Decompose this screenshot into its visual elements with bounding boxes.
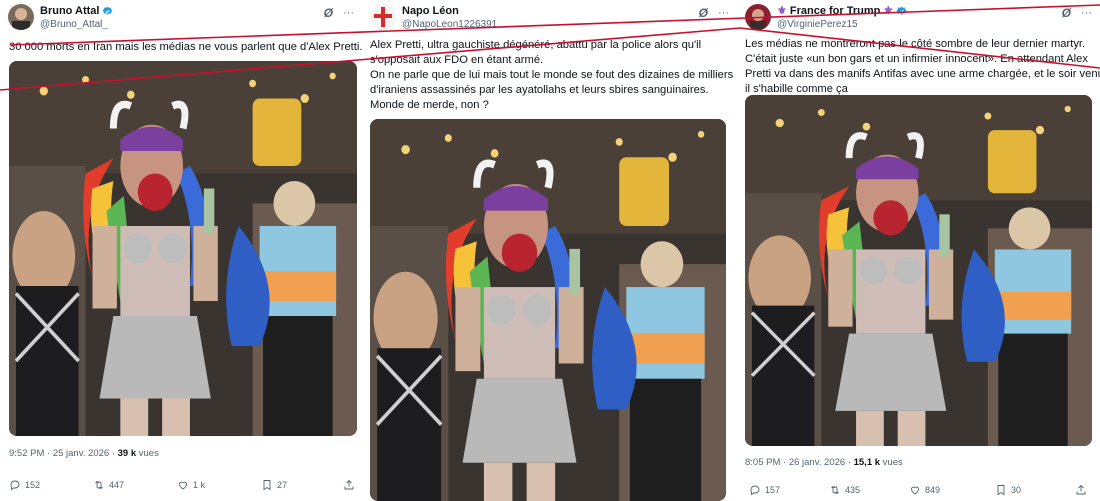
like-icon xyxy=(911,486,919,495)
tweet-photo[interactable] xyxy=(370,119,726,501)
bookmark-count: 27 xyxy=(277,480,288,490)
reply-icon xyxy=(10,480,20,491)
tweet-time: 9:52 PM · 25 janv. 2026 · xyxy=(9,448,115,459)
more-icon[interactable]: ··· xyxy=(343,7,354,19)
tweet-text-line: On ne parle que de lui mais tout le mond… xyxy=(370,69,734,81)
bookmark-button[interactable]: 30 xyxy=(995,484,1021,496)
tweet-actions: 157 435 849 30 xyxy=(745,484,1092,500)
tweet-card[interactable]: ⚜ France for Trump ⚜ @VirginiePerez15 Ø … xyxy=(737,0,1100,501)
verified-badge-icon xyxy=(102,6,114,15)
avatar[interactable] xyxy=(745,4,771,30)
share-icon xyxy=(344,479,354,490)
repost-icon xyxy=(831,485,839,495)
tweet-text-line: Les médias ne montreront pas le côté som… xyxy=(745,38,1086,50)
tweet-card[interactable]: Napo Léon @NapoLeon1226391 Ø ··· Alex Pr… xyxy=(362,0,737,501)
tweet-photo[interactable] xyxy=(9,61,357,436)
verified-badge-icon xyxy=(896,6,907,15)
tweet-text: Les médias ne montreront pas le côté som… xyxy=(745,37,1100,97)
author-handle[interactable]: @NapoLeon1226391 xyxy=(402,18,497,31)
reply-button[interactable]: 152 xyxy=(9,479,40,491)
reply-button[interactable]: 157 xyxy=(749,484,780,496)
tweet-text: Alex Pretti, ultra gauchiste dégénéré, a… xyxy=(370,38,733,113)
reply-icon xyxy=(750,485,760,496)
share-icon xyxy=(1076,484,1086,495)
more-icon[interactable]: ··· xyxy=(718,7,729,19)
tweet-header: ⚜ France for Trump ⚜ @VirginiePerez15 Ø … xyxy=(745,4,1092,34)
tweet-timestamp[interactable]: 8:05 PM · 26 janv. 2026 · 15,1 k vues xyxy=(745,457,903,468)
tweet-text-line: 30 000 morts en Iran mais les médias ne … xyxy=(9,41,362,53)
reply-count: 152 xyxy=(25,480,41,490)
like-button[interactable]: 849 xyxy=(909,484,940,496)
views-label: vues xyxy=(138,448,159,459)
repost-count: 447 xyxy=(109,480,125,490)
bookmark-icon xyxy=(263,480,271,491)
tweet-time: 8:05 PM · 26 janv. 2026 · xyxy=(745,457,851,468)
repost-icon xyxy=(95,480,103,490)
author-handle[interactable]: @Bruno_Attal_ xyxy=(40,18,113,31)
grok-icon[interactable]: Ø xyxy=(324,6,333,20)
author-name[interactable]: France for Trump xyxy=(790,5,880,18)
tweet-header: Napo Léon @NapoLeon1226391 Ø ··· xyxy=(370,4,729,34)
avatar[interactable] xyxy=(370,4,396,30)
tweet-header: Bruno Attal @Bruno_Attal_ Ø ··· xyxy=(8,4,354,34)
tweet-text-line: Monde de merde, non ? xyxy=(370,99,489,111)
bookmark-icon xyxy=(997,485,1005,496)
author-name[interactable]: Bruno Attal xyxy=(40,5,99,18)
like-button[interactable]: 1 k xyxy=(177,479,205,491)
share-button[interactable] xyxy=(343,479,355,491)
views-count: 15,1 k xyxy=(853,457,881,468)
tweet-actions: 152 447 1 k 27 xyxy=(9,479,355,495)
author-name[interactable]: Napo Léon xyxy=(402,5,459,18)
tweet-text-line: Alex Pretti, ultra gauchiste dégénéré, a… xyxy=(370,39,702,51)
tweet-timestamp[interactable]: 9:52 PM · 25 janv. 2026 · 39 k vues xyxy=(9,448,159,459)
like-count: 1 k xyxy=(193,480,206,490)
more-icon[interactable]: ··· xyxy=(1081,7,1092,19)
repost-button[interactable]: 447 xyxy=(93,479,124,491)
tweet-card[interactable]: Bruno Attal @Bruno_Attal_ Ø ··· 30 000 m… xyxy=(0,0,362,501)
like-icon xyxy=(179,481,187,490)
tweet-text: 30 000 morts en Iran mais les médias ne … xyxy=(9,40,362,55)
reply-count: 157 xyxy=(765,485,781,495)
tweet-text-line: Pretti va dans des manifs Antifas avec u… xyxy=(745,68,1100,80)
tweet-text-line: s'opposait aux FDO en étant armé. xyxy=(370,54,544,66)
repost-button[interactable]: 435 xyxy=(829,484,860,496)
tweet-text-line: C'était juste «un bon gars et un infirmi… xyxy=(745,53,1088,65)
avatar[interactable] xyxy=(8,4,34,30)
bookmark-button[interactable]: 27 xyxy=(261,479,287,491)
views-count: 39 k xyxy=(117,448,137,459)
share-button[interactable] xyxy=(1075,484,1087,496)
like-count: 849 xyxy=(925,485,941,495)
grok-icon[interactable]: Ø xyxy=(699,6,708,20)
tweet-text-line: d'iraniens assassinés par les ayatollahs… xyxy=(370,84,709,96)
fleur-de-lis-icon: ⚜ xyxy=(883,5,894,17)
views-label: vues xyxy=(882,457,903,468)
tweet-photo[interactable] xyxy=(745,95,1092,446)
fleur-de-lis-icon: ⚜ xyxy=(777,5,787,17)
repost-count: 435 xyxy=(845,485,861,495)
grok-icon[interactable]: Ø xyxy=(1062,6,1071,20)
author-handle[interactable]: @VirginiePerez15 xyxy=(777,18,907,31)
bookmark-count: 30 xyxy=(1011,485,1022,495)
